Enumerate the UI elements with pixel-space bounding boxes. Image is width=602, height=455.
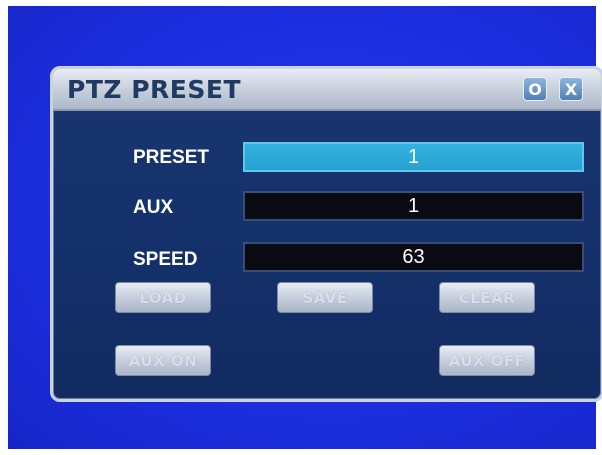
- screen-background: PTZ PRESET O X PRESET 1 AUX 1 SPEED 63 L…: [8, 6, 602, 449]
- aux-label: AUX: [133, 197, 174, 218]
- aux-field[interactable]: 1: [243, 191, 584, 221]
- preset-field[interactable]: 1: [243, 142, 584, 172]
- clear-button[interactable]: CLEAR: [439, 282, 535, 313]
- ptz-preset-dialog: PTZ PRESET O X PRESET 1 AUX 1 SPEED 63 L…: [50, 66, 602, 402]
- dialog-titlebar: PTZ PRESET O X: [53, 69, 601, 111]
- close-button[interactable]: X: [559, 77, 583, 101]
- close-icon: X: [564, 79, 578, 99]
- aux-off-button[interactable]: AUX OFF: [439, 345, 535, 376]
- aux-on-button[interactable]: AUX ON: [115, 345, 211, 376]
- options-button[interactable]: O: [523, 77, 547, 101]
- speed-field[interactable]: 63: [243, 242, 584, 272]
- speed-label: SPEED: [133, 249, 198, 270]
- save-button[interactable]: SAVE: [277, 282, 373, 313]
- options-icon: O: [528, 79, 542, 99]
- dialog-title: PTZ PRESET: [67, 75, 241, 104]
- load-button[interactable]: LOAD: [115, 282, 211, 313]
- preset-label: PRESET: [133, 147, 210, 168]
